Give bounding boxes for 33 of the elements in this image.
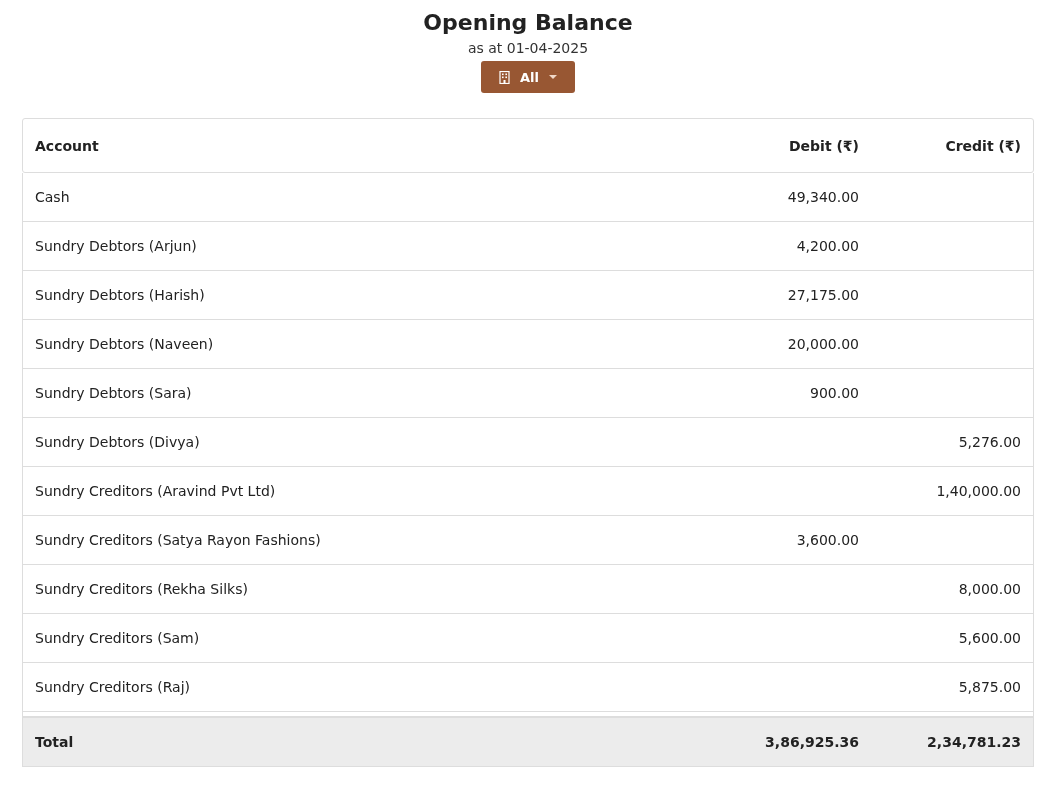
account-cell-text: Sundry Creditors (Sam) — [34, 630, 201, 646]
debit-cell-text: 27,175.00 — [786, 287, 860, 303]
account-cell-text: Sundry Creditors (Rekha Silks) — [34, 581, 249, 597]
debit-cell-text: 4,200.00 — [795, 238, 860, 254]
account-cell-text: Sundry Debtors (Divya) — [34, 434, 201, 450]
credit-cell-text: 5,875.00 — [957, 679, 1022, 695]
credit-cell-text: 5,600.00 — [957, 630, 1022, 646]
date-subtitle: as at 01-04-2025 — [467, 39, 589, 58]
caret-icon — [549, 75, 557, 79]
column-header: Account — [34, 137, 100, 154]
total-debit: 3,86,925.36 — [764, 734, 860, 750]
debit-cell-text: 3,600.00 — [795, 532, 860, 548]
column-header: Credit (₹) — [944, 137, 1022, 154]
debit-cell-text: 20,000.00 — [786, 336, 860, 352]
credit-cell-text: 5,276.00 — [957, 434, 1022, 450]
debit-cell-text: 49,340.00 — [786, 189, 860, 205]
account-cell-text: Sundry Debtors (Sara) — [34, 385, 193, 401]
page-title: Opening Balance — [423, 9, 633, 37]
account-cell-text: Sundry Creditors (Satya Rayon Fashions) — [34, 532, 322, 548]
account-cell-text: Sundry Creditors (Raj) — [34, 679, 191, 695]
credit-cell-text: 8,000.00 — [957, 581, 1022, 597]
branch-dropdown[interactable]: All — [481, 61, 575, 93]
total-label: Total — [34, 734, 75, 750]
account-cell-text: Sundry Debtors (Harish) — [34, 287, 206, 303]
account-cell-text: Cash — [34, 189, 71, 205]
total-credit: 2,34,781.23 — [926, 734, 1022, 750]
debit-cell-text: 900.00 — [809, 385, 860, 401]
credit-cell-text: 1,40,000.00 — [935, 483, 1022, 499]
column-header: Debit (₹) — [787, 137, 860, 154]
account-cell-text: Sundry Creditors (Aravind Pvt Ltd) — [34, 483, 277, 499]
building-icon — [499, 70, 510, 84]
account-cell-text: Sundry Debtors (Naveen) — [34, 336, 215, 352]
account-cell-text: Sundry Debtors (Arjun) — [34, 238, 198, 254]
